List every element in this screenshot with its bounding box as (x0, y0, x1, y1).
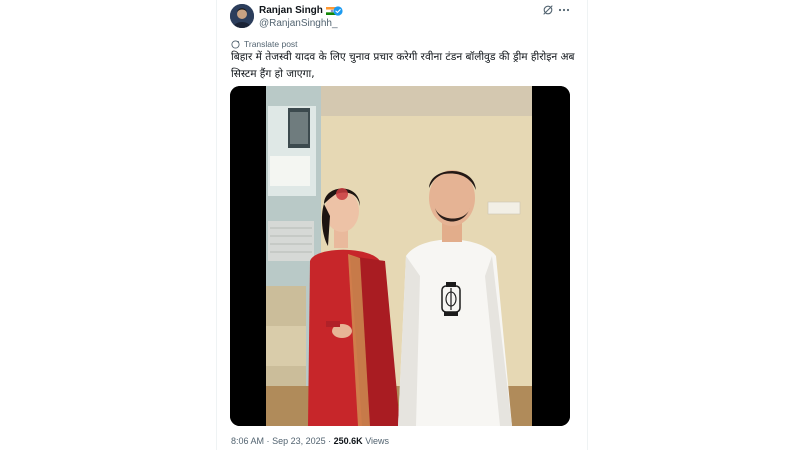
tweet-date[interactable]: Sep 23, 2025 (272, 436, 326, 446)
grok-icon[interactable] (542, 4, 554, 16)
avatar-image (230, 4, 254, 28)
author-display-name[interactable]: Ranjan Singh (259, 5, 323, 16)
views-label: Views (365, 436, 390, 446)
verified-badge-icon (333, 6, 343, 16)
views-count[interactable]: 250.6K (334, 436, 363, 446)
author-handle-row[interactable]: @RanjanSinghh_ (259, 17, 338, 29)
translate-icon (231, 39, 240, 49)
footer-separator-2: · (328, 436, 332, 446)
photo-image (230, 86, 570, 426)
author-handle[interactable]: @RanjanSinghh_ (259, 18, 338, 29)
tweet-media-photo[interactable] (230, 86, 570, 426)
more-options-icon[interactable] (557, 4, 571, 16)
avatar[interactable] (230, 4, 254, 28)
author-name-row[interactable]: Ranjan Singh (259, 4, 338, 17)
tweet-time[interactable]: 8:06 AM (231, 436, 264, 446)
translate-post-label[interactable]: Translate post (244, 39, 298, 49)
footer-separator-1: · (266, 436, 270, 446)
lantern-emblem (441, 282, 461, 316)
tweet-text: बिहार में तेजस्वी यादव के लिए चुनाव प्रच… (231, 51, 575, 80)
tweet-footer: 8:06 AM · Sep 23, 2025 · 250.6K Views (231, 436, 389, 448)
